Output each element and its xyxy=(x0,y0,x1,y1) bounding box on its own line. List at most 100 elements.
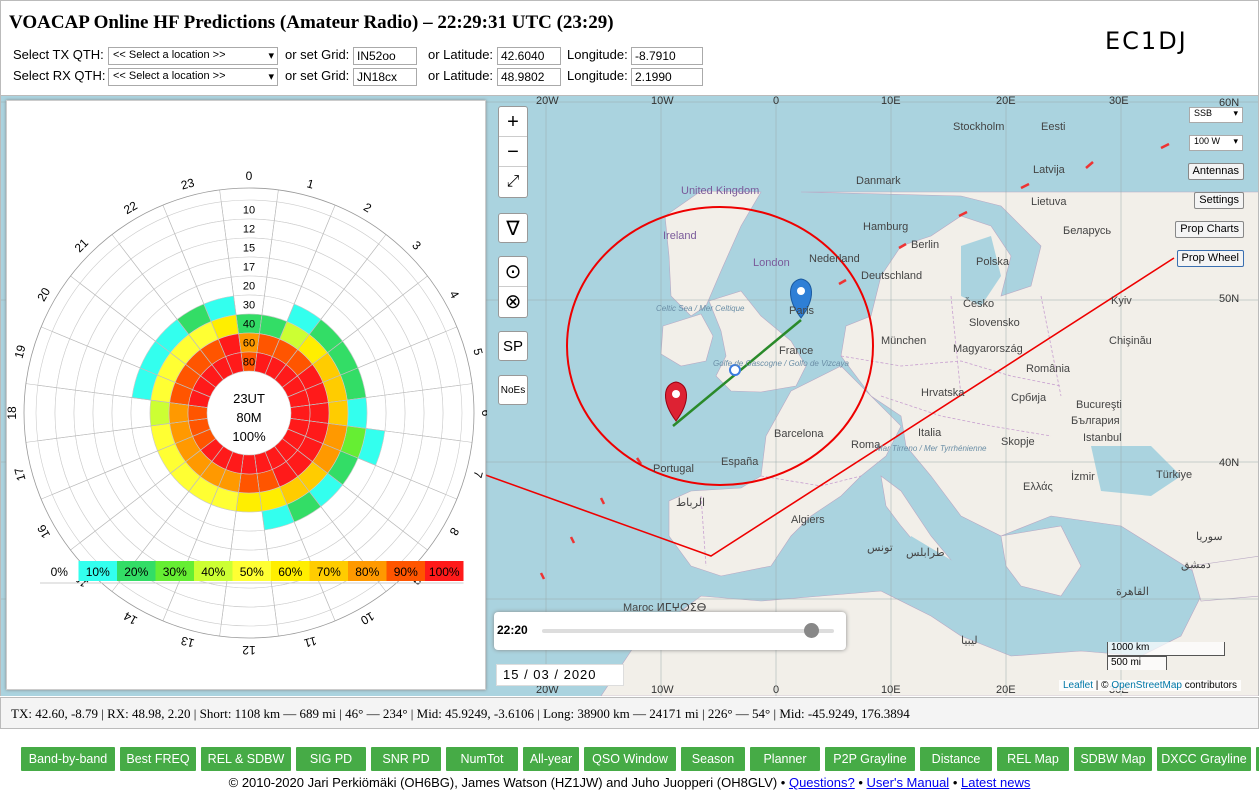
legend-label: 50% xyxy=(240,565,264,579)
map-place-label: Latvija xyxy=(1033,164,1066,176)
tool-button-rel-sdbw[interactable]: REL & SDBW xyxy=(201,747,291,771)
rx-longitude-input[interactable] xyxy=(631,68,703,86)
leaflet-link[interactable]: Leaflet xyxy=(1063,680,1093,691)
tool-button-best-freq[interactable]: Best FREQ xyxy=(120,747,196,771)
tx-label: Select TX QTH: xyxy=(13,47,104,62)
wheel-cell xyxy=(111,394,133,432)
rx-lat-label: or Latitude: xyxy=(428,68,494,83)
tool-button-rel-map[interactable]: REL Map xyxy=(997,747,1069,771)
wheel-hour-label: 13 xyxy=(179,633,196,650)
tool-button-numtot[interactable]: NumTot xyxy=(446,747,518,771)
tool-button-dxcc-grayline[interactable]: DXCC Grayline xyxy=(1157,747,1251,771)
prop-wheel: 1012151720304060800123456789101112131415… xyxy=(5,169,493,657)
map-place-label: Eesti xyxy=(1041,121,1065,133)
tool-button-all-year[interactable]: All-year xyxy=(523,747,579,771)
map-scale: 1000 km 500 mi xyxy=(1107,642,1225,672)
mode-select[interactable]: SSB ▾ xyxy=(1189,107,1243,123)
rx-location-select[interactable]: << Select a location >> xyxy=(108,68,278,86)
wheel-hour-label: 3 xyxy=(409,238,424,253)
rx-grid-input[interactable] xyxy=(353,68,417,86)
map-place-label: Mar Tirreno / Mer Tyrrhénienne xyxy=(876,444,987,453)
circle-x-button[interactable]: ⊗ xyxy=(499,287,527,317)
map-place-label: España xyxy=(721,456,759,468)
power-select[interactable]: 100 W ▾ xyxy=(1189,135,1243,151)
tool-button-snr-pd[interactable]: SNR PD xyxy=(371,747,441,771)
tx-longitude-input[interactable] xyxy=(631,47,703,65)
wheel-band-label: 17 xyxy=(243,262,255,274)
sp-button[interactable]: SP xyxy=(498,331,528,361)
manual-link[interactable]: User's Manual xyxy=(867,775,950,790)
circle-controls: ⊙ ⊗ xyxy=(498,256,528,318)
triangle-button[interactable]: ∇ xyxy=(498,213,528,243)
wheel-cell xyxy=(233,510,265,532)
tx-location-select[interactable]: << Select a location >> xyxy=(108,47,278,65)
map-place-label: Česko xyxy=(963,297,994,310)
settings-button[interactable]: Settings xyxy=(1194,192,1244,209)
legend-label: 80% xyxy=(355,565,379,579)
wheel-hour-label: 8 xyxy=(446,525,462,538)
wheel-hour-label: 0 xyxy=(246,169,253,183)
time-slider-track[interactable] xyxy=(542,623,834,638)
lon-label: 20E xyxy=(996,96,1016,107)
circle-dot-button[interactable]: ⊙ xyxy=(499,257,527,287)
tool-button-sig-pd[interactable]: SIG PD xyxy=(296,747,366,771)
osm-link[interactable]: OpenStreetMap xyxy=(1111,680,1182,691)
wheel-hour-label: 6 xyxy=(479,410,487,417)
map-place-label: Stockholm xyxy=(953,121,1004,133)
map-place-label: Paris xyxy=(789,305,815,317)
map-place-label: France xyxy=(779,345,813,357)
tool-button-distance[interactable]: Distance xyxy=(920,747,992,771)
legend-label: 90% xyxy=(394,565,418,579)
wheel-hour-label: 23 xyxy=(179,176,196,193)
wheel-cell xyxy=(73,389,95,437)
wheel-center-label: 23UT xyxy=(233,391,265,406)
wheel-cell xyxy=(365,394,387,432)
wheel-cell xyxy=(35,384,57,442)
map-place-label: München xyxy=(881,335,926,347)
zoom-in-button[interactable]: + xyxy=(499,107,527,137)
map-place-label: Danmark xyxy=(856,175,901,187)
footer: © 2010-2020 Jari Perkiömäki (OH6BG), Jam… xyxy=(228,775,1031,790)
rx-lon-label: Longitude: xyxy=(567,68,628,83)
wheel-band-label: 12 xyxy=(243,224,255,236)
tool-button-sdbw-map[interactable]: SDBW Map xyxy=(1074,747,1152,771)
wheel-hour-label: 12 xyxy=(242,643,256,657)
wheel-center-label: 80M xyxy=(236,410,261,425)
map-place-label: ليبيا xyxy=(961,635,978,647)
map-place-label: Беларусь xyxy=(1063,225,1111,237)
wheel-cell xyxy=(223,586,275,608)
tx-latitude-input[interactable] xyxy=(497,47,561,65)
wheel-hour-label: 17 xyxy=(12,466,29,483)
tool-button-band-by-band[interactable]: Band-by-band xyxy=(21,747,115,771)
legend-label: 40% xyxy=(201,565,225,579)
zoom-out-button[interactable]: − xyxy=(499,137,527,167)
path-status-bar: TX: 42.60, -8.79 | RX: 48.98, 2.20 | Sho… xyxy=(0,697,1259,729)
time-label: 22:20 xyxy=(497,623,528,637)
callsign: EC1DJ xyxy=(1105,27,1188,55)
rx-latitude-input[interactable] xyxy=(497,68,561,86)
antennas-button[interactable]: Antennas xyxy=(1187,163,1244,180)
wheel-cell xyxy=(384,392,406,434)
questions-link[interactable]: Questions? xyxy=(789,775,855,790)
tool-button-qso-window[interactable]: QSO Window xyxy=(584,747,676,771)
wheel-cell xyxy=(346,397,368,429)
tool-button-p2p-grayline[interactable]: P2P Grayline xyxy=(825,747,915,771)
tool-button-planner[interactable]: Planner xyxy=(750,747,820,771)
prop-charts-button[interactable]: Prop Charts xyxy=(1175,221,1244,238)
date-input[interactable]: 15 / 03 / 2020 xyxy=(496,664,624,686)
news-link[interactable]: Latest news xyxy=(961,775,1030,790)
wheel-cell xyxy=(168,402,189,424)
time-slider-thumb[interactable] xyxy=(803,623,819,638)
wheel-hour-label: 22 xyxy=(121,198,140,217)
map-place-label: Chişinău xyxy=(1109,335,1152,347)
prop-wheel-button[interactable]: Prop Wheel xyxy=(1176,250,1244,267)
rx-grid-label: or set Grid: xyxy=(285,68,350,83)
tool-button-season[interactable]: Season xyxy=(681,747,745,771)
fullscreen-button[interactable]: ⤢ xyxy=(499,167,527,197)
tx-grid-input[interactable] xyxy=(353,47,417,65)
wheel-cell xyxy=(54,387,76,439)
lon-label: 10E xyxy=(881,684,901,696)
tx-marker[interactable] xyxy=(665,381,687,422)
map-place-label: Barcelona xyxy=(774,428,824,440)
noes-button[interactable]: NoEs xyxy=(498,375,528,405)
